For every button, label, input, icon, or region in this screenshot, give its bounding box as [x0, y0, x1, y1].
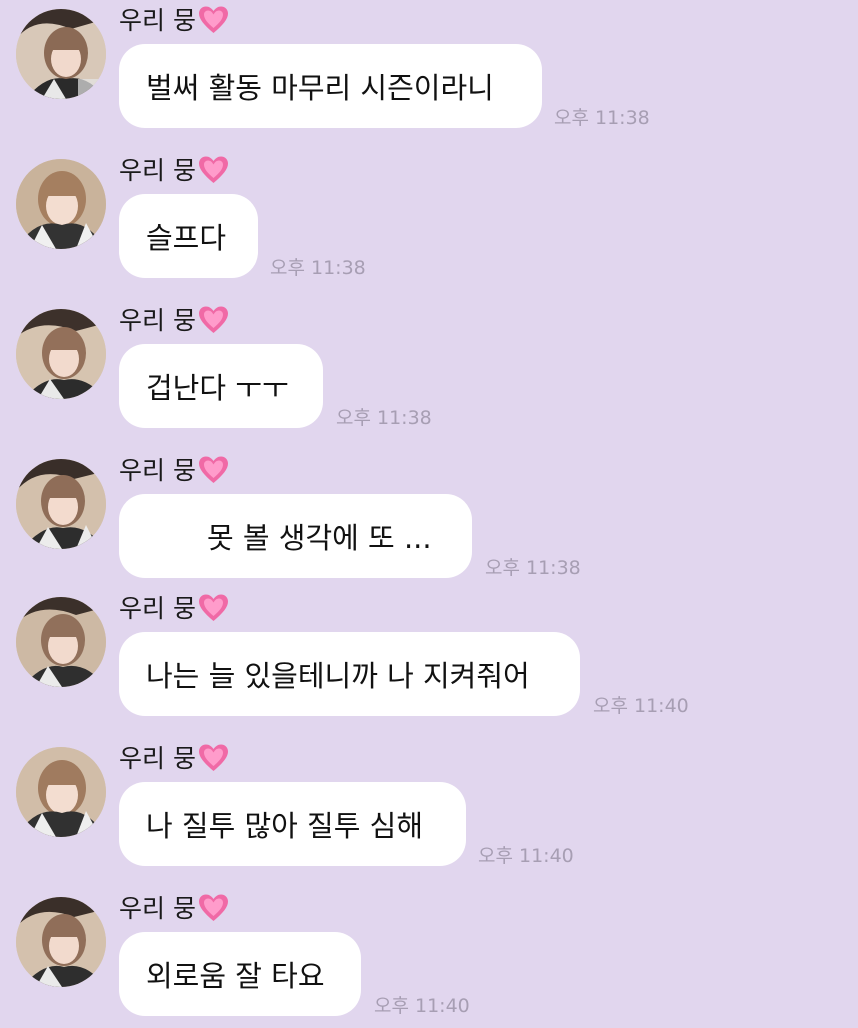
message-bubble[interactable]: 나는 늘 있을테니까 나 지켜줘어: [119, 632, 580, 716]
message-row: 우리 뭉 벌써 활동 마무리 시즌이라니 오후 11:38: [0, 0, 858, 140]
message-timestamp: 오후 11:40: [593, 695, 689, 717]
message-timestamp: 오후 11:38: [336, 407, 432, 429]
profile-avatar[interactable]: [16, 597, 106, 687]
sender-name: 우리 뭉: [119, 889, 229, 925]
message-row: 우리 뭉 외로움 잘 타요 오후 11:40: [0, 888, 858, 1028]
sender-name: 우리 뭉: [119, 1, 229, 37]
message-timestamp: 오후 11:38: [485, 557, 581, 579]
profile-avatar[interactable]: [16, 9, 106, 99]
sender-name-text: 우리 뭉: [119, 894, 196, 923]
sender-name-text: 우리 뭉: [119, 306, 196, 335]
message-row: 우리 뭉 못 볼 생각에 또 ... 오후 11:38: [0, 450, 858, 590]
heart-icon: [198, 305, 229, 334]
sender-name-text: 우리 뭉: [119, 594, 196, 623]
heart-icon: [198, 455, 229, 484]
heart-icon: [198, 593, 229, 622]
profile-avatar[interactable]: [16, 747, 106, 837]
message-bubble[interactable]: 겁난다 ㅜㅜ: [119, 344, 323, 428]
sender-name: 우리 뭉: [119, 739, 229, 775]
message-bubble[interactable]: 벌써 활동 마무리 시즌이라니: [119, 44, 542, 128]
profile-avatar[interactable]: [16, 159, 106, 249]
message-timestamp: 오후 11:38: [270, 257, 366, 279]
sender-name: 우리 뭉: [119, 151, 229, 187]
heart-icon: [198, 155, 229, 184]
sender-name: 우리 뭉: [119, 451, 229, 487]
sender-name-text: 우리 뭉: [119, 6, 196, 35]
heart-icon: [198, 5, 229, 34]
message-row: 우리 뭉 나 질투 많아 질투 심해 오후 11:40: [0, 738, 858, 878]
message-row: 우리 뭉 겁난다 ㅜㅜ 오후 11:38: [0, 300, 858, 440]
sender-name-text: 우리 뭉: [119, 744, 196, 773]
sender-name: 우리 뭉: [119, 301, 229, 337]
profile-avatar[interactable]: [16, 459, 106, 549]
message-timestamp: 오후 11:40: [478, 845, 574, 867]
message-row: 우리 뭉 슬프다 오후 11:38: [0, 150, 858, 290]
sender-name: 우리 뭉: [119, 589, 229, 625]
message-bubble[interactable]: 못 볼 생각에 또 ...: [119, 494, 472, 578]
message-bubble[interactable]: 슬프다: [119, 194, 258, 278]
chat-container: 우리 뭉 벌써 활동 마무리 시즌이라니 오후 11:38 우리 뭉 슬프다 오…: [0, 0, 858, 1024]
heart-icon: [198, 893, 229, 922]
profile-avatar[interactable]: [16, 309, 106, 399]
message-row: 우리 뭉 나는 늘 있을테니까 나 지켜줘어 오후 11:40: [0, 588, 858, 728]
sender-name-text: 우리 뭉: [119, 156, 196, 185]
sender-name-text: 우리 뭉: [119, 456, 196, 485]
message-timestamp: 오후 11:40: [374, 995, 470, 1017]
heart-icon: [198, 743, 229, 772]
message-timestamp: 오후 11:38: [554, 107, 650, 129]
profile-avatar[interactable]: [16, 897, 106, 987]
message-bubble[interactable]: 외로움 잘 타요: [119, 932, 361, 1016]
message-bubble[interactable]: 나 질투 많아 질투 심해: [119, 782, 466, 866]
